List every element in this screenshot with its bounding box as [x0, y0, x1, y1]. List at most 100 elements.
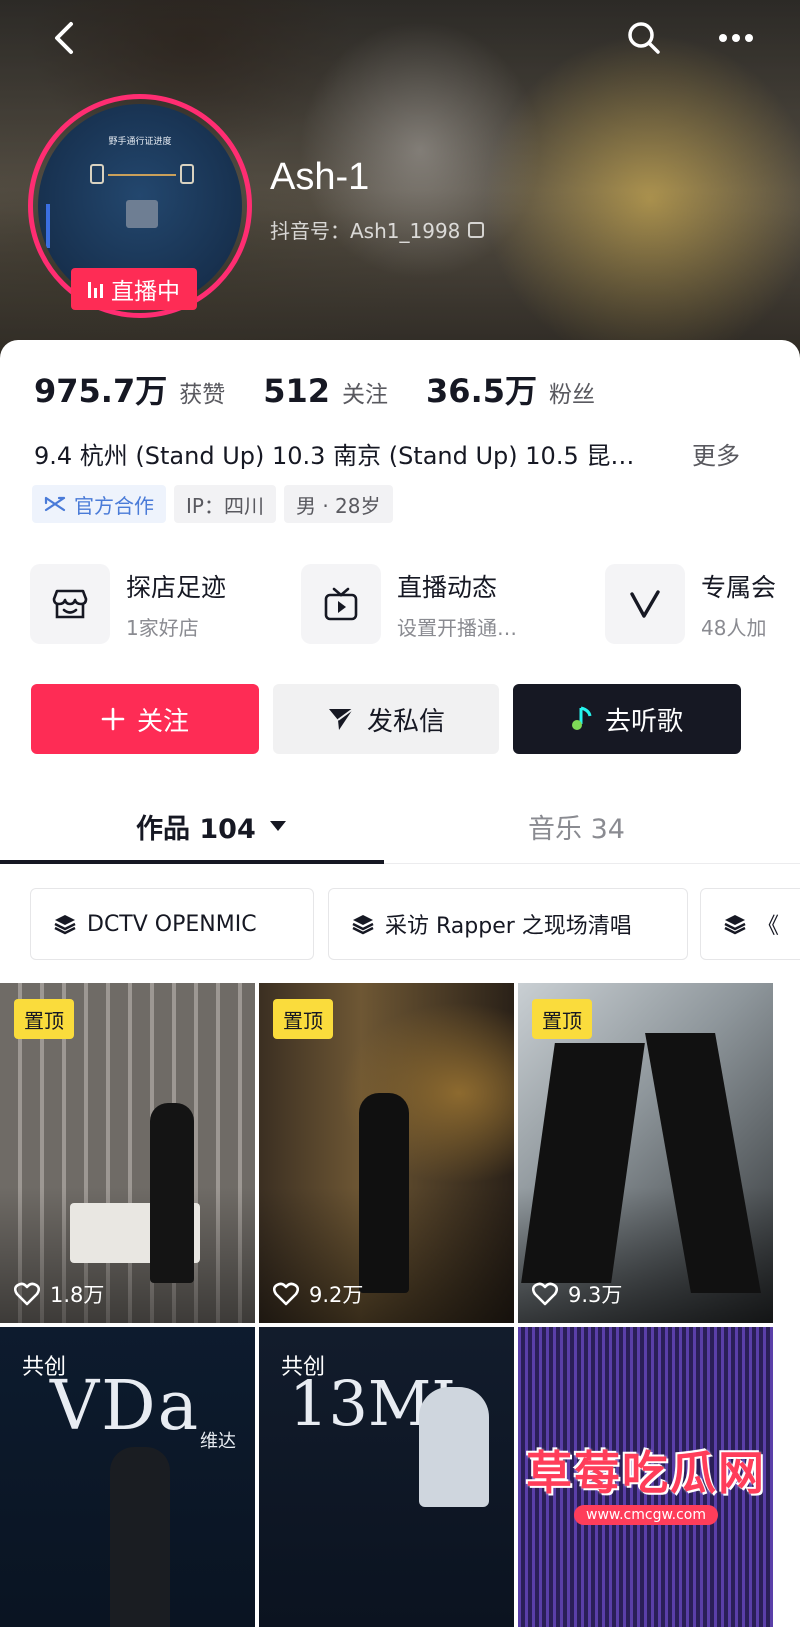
copy-icon[interactable] [468, 221, 485, 238]
co-creation-badge: 共创 [281, 1355, 326, 1380]
chevron-left-icon [55, 22, 73, 54]
pinned-badge: 置顶 [14, 999, 74, 1039]
search-button[interactable] [616, 10, 672, 66]
like-count-value: 9.2万 [309, 1283, 364, 1307]
service-live-updates[interactable]: 直播动态 设置开播通… [301, 562, 517, 646]
stack-icon [724, 915, 746, 935]
bio-text: 9.4 杭州 (Stand Up) 10.3 南京 (Stand Up) 10.… [34, 442, 635, 470]
send-icon [328, 708, 354, 730]
plus-icon [101, 707, 125, 731]
service-subtitle: 设置开播通… [397, 615, 517, 640]
services-row: 探店足迹 1家好店 直播动态 设置开播通… 专属会 48人加 [30, 562, 800, 646]
pinned-badge: 置顶 [273, 999, 333, 1039]
collections-row: DCTV OPENMIC 采访 Rapper 之现场清唱 《 [30, 888, 800, 960]
service-exclusive-club[interactable]: 专属会 48人加 [605, 562, 776, 646]
service-store-visits[interactable]: 探店足迹 1家好店 [30, 562, 226, 646]
avatar-graphic [90, 164, 104, 184]
stat-following[interactable]: 512 关注 [263, 372, 388, 410]
stack-icon [54, 915, 76, 935]
watermark-title: 草莓吃瓜网 [526, 1446, 766, 1500]
like-count: 9.3万 [532, 1279, 622, 1309]
thumbnail-subtitle: 维达 [200, 1431, 236, 1452]
more-button[interactable] [708, 10, 764, 66]
tab-indicator [0, 860, 384, 864]
stat-label: 粉丝 [549, 382, 595, 408]
avatar-caption: 野手通行证进度 [108, 137, 172, 147]
collection-label: DCTV OPENMIC [87, 911, 257, 937]
stat-label: 获赞 [179, 382, 226, 408]
thumbnail-title: VDa [50, 1367, 201, 1446]
video-thumbnail[interactable]: 置顶 9.3万 [518, 983, 773, 1323]
action-buttons: 关注 发私信 去听歌 [31, 684, 771, 754]
stat-likes[interactable]: 975.7万 获赞 [34, 366, 225, 412]
video-thumbnail[interactable]: 置顶 9.2万 [259, 983, 514, 1323]
nickname: Ash-1 [270, 156, 370, 198]
video-thumbnail[interactable]: 共创 13MI [259, 1327, 514, 1627]
stats-row: 975.7万 获赞 512 关注 36.5万 粉丝 [34, 366, 633, 412]
video-thumbnail[interactable]: 置顶 1.8万 [0, 983, 255, 1323]
service-title: 专属会 [701, 572, 777, 602]
avatar-graphic [46, 204, 50, 248]
follow-label: 关注 [136, 706, 189, 737]
service-subtitle: 1家好店 [126, 615, 199, 640]
like-count-value: 9.3万 [568, 1283, 623, 1307]
stack-icon [352, 915, 374, 935]
stat-label: 关注 [342, 382, 389, 408]
more-dots-icon [719, 34, 753, 42]
search-icon [628, 22, 660, 54]
watermark-url: www.cmcgw.com [574, 1505, 718, 1525]
follow-button[interactable]: 关注 [31, 684, 259, 754]
message-button[interactable]: 发私信 [273, 684, 499, 754]
stat-value: 512 [263, 372, 331, 410]
service-subtitle: 48人加 [701, 615, 767, 640]
music-note-icon [571, 706, 592, 730]
tv-icon [301, 564, 381, 644]
live-bars-icon [88, 280, 103, 298]
tab-works[interactable]: 作品 104 [136, 788, 286, 864]
service-title: 探店足迹 [126, 572, 227, 602]
collection-label: 采访 Rapper 之现场清唱 [385, 914, 632, 939]
site-watermark: 草莓吃瓜网 www.cmcgw.com [516, 1406, 776, 1556]
live-badge-label: 直播中 [111, 279, 180, 305]
live-badge[interactable]: 直播中 [71, 268, 197, 310]
collection-chip[interactable]: 采访 Rapper 之现场清唱 [328, 888, 688, 960]
collection-chip[interactable]: 《 [700, 888, 800, 960]
tab-music-label: 音乐 34 [528, 813, 625, 845]
pinned-badge: 置顶 [532, 999, 592, 1039]
ip-location-tag: IP：四川 [174, 485, 276, 523]
douyin-id[interactable]: 抖音号：Ash1_1998 [270, 215, 485, 244]
like-count: 9.2万 [273, 1279, 363, 1309]
shop-icon [30, 564, 110, 644]
handshake-icon [44, 496, 66, 512]
stat-followers[interactable]: 36.5万 粉丝 [426, 366, 595, 412]
music-label: 去听歌 [604, 706, 683, 737]
back-button[interactable] [36, 10, 92, 66]
video-thumbnail[interactable]: 共创 VDa 维达 [0, 1327, 255, 1627]
stat-value: 36.5万 [426, 372, 537, 410]
tab-music[interactable]: 音乐 34 [528, 788, 625, 864]
stat-value: 975.7万 [34, 372, 168, 410]
service-title: 直播动态 [397, 572, 498, 602]
tags-row: 官方合作 IP：四川 男 · 28岁 [32, 485, 393, 523]
listen-music-button[interactable]: 去听歌 [513, 684, 741, 754]
like-count: 1.8万 [14, 1279, 104, 1309]
co-creation-badge: 共创 [22, 1355, 67, 1380]
avatar-graphic [126, 200, 158, 228]
content-tabs: 作品 104 音乐 34 [0, 788, 800, 864]
message-label: 发私信 [366, 706, 445, 737]
bio-more-link[interactable]: 更多 [692, 436, 740, 471]
gender-age-tag: 男 · 28岁 [283, 485, 393, 523]
collection-label: 《 [757, 914, 780, 939]
collection-chip[interactable]: DCTV OPENMIC [30, 888, 314, 960]
avatar-graphic [108, 174, 176, 176]
douyin-id-text: 抖音号：Ash1_1998 [270, 219, 461, 243]
like-count-value: 1.8万 [50, 1283, 105, 1307]
heart-icon [273, 1282, 299, 1306]
official-tag-label: 官方合作 [74, 493, 154, 518]
caret-down-icon [269, 821, 286, 831]
heart-icon [532, 1282, 558, 1306]
avatar-graphic [180, 164, 194, 184]
v-icon [605, 564, 685, 644]
tab-works-label: 作品 104 [136, 813, 256, 845]
official-partner-tag[interactable]: 官方合作 [32, 485, 166, 523]
